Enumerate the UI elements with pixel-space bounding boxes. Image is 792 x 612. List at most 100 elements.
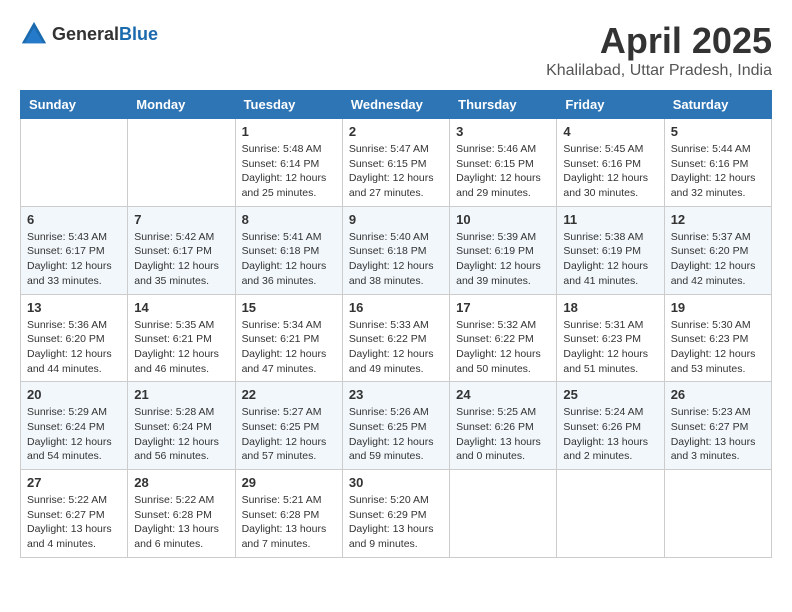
calendar-cell: 12Sunrise: 5:37 AM Sunset: 6:20 PM Dayli… <box>664 206 771 294</box>
day-number: 6 <box>27 212 121 227</box>
day-number: 18 <box>563 300 657 315</box>
weekday-header-cell: Tuesday <box>235 91 342 119</box>
day-info: Sunrise: 5:38 AM Sunset: 6:19 PM Dayligh… <box>563 230 657 289</box>
day-number: 17 <box>456 300 550 315</box>
day-info: Sunrise: 5:30 AM Sunset: 6:23 PM Dayligh… <box>671 318 765 377</box>
day-number: 15 <box>242 300 336 315</box>
day-number: 11 <box>563 212 657 227</box>
calendar-cell: 10 Sunrise: 5:39 AM Sunset: 6:19 PM Dayli… <box>450 206 557 294</box>
day-info: Sunrise: 5:48 AM Sunset: 6:14 PM Dayligh… <box>242 142 336 201</box>
calendar-cell <box>128 119 235 207</box>
day-number: 3 <box>456 124 550 139</box>
day-info: Sunrise: 5:34 AM Sunset: 6:21 PM Dayligh… <box>242 318 336 377</box>
day-number: 27 <box>27 475 121 490</box>
day-info: Sunrise: 5:42 AM Sunset: 6:17 PM Dayligh… <box>134 230 228 289</box>
calendar-cell: 18 Sunrise: 5:31 AM Sunset: 6:23 PM Dayli… <box>557 294 664 382</box>
day-info: Sunrise: 5:39 AM Sunset: 6:19 PM Dayligh… <box>456 230 550 289</box>
logo-icon <box>20 20 48 48</box>
day-number: 30 <box>349 475 443 490</box>
day-number: 23 <box>349 387 443 402</box>
day-number: 2 <box>349 124 443 139</box>
day-number: 21 <box>134 387 228 402</box>
day-number: 19 <box>671 300 765 315</box>
day-info: Sunrise: 5:25 AM Sunset: 6:26 PM Dayligh… <box>456 405 550 464</box>
logo-general: General <box>52 24 119 44</box>
calendar-cell: 8 Sunrise: 5:41 AM Sunset: 6:18 PM Daylig… <box>235 206 342 294</box>
day-info: Sunrise: 5:31 AM Sunset: 6:23 PM Dayligh… <box>563 318 657 377</box>
calendar-cell: 2 Sunrise: 5:47 AM Sunset: 6:15 PM Daylig… <box>342 119 449 207</box>
calendar-cell: 23 Sunrise: 5:26 AM Sunset: 6:25 PM Dayli… <box>342 382 449 470</box>
calendar-cell <box>664 470 771 558</box>
calendar-cell: 20Sunrise: 5:29 AM Sunset: 6:24 PM Dayli… <box>21 382 128 470</box>
calendar-cell: 21 Sunrise: 5:28 AM Sunset: 6:24 PM Dayli… <box>128 382 235 470</box>
weekday-header-row: SundayMondayTuesdayWednesdayThursdayFrid… <box>21 91 772 119</box>
day-info: Sunrise: 5:33 AM Sunset: 6:22 PM Dayligh… <box>349 318 443 377</box>
calendar-week-row: 20Sunrise: 5:29 AM Sunset: 6:24 PM Dayli… <box>21 382 772 470</box>
logo-blue: Blue <box>119 24 158 44</box>
page-header: GeneralBlue April 2025 Khalilabad, Uttar… <box>20 20 772 80</box>
calendar-cell: 7 Sunrise: 5:42 AM Sunset: 6:17 PM Daylig… <box>128 206 235 294</box>
day-info: Sunrise: 5:27 AM Sunset: 6:25 PM Dayligh… <box>242 405 336 464</box>
calendar-week-row: 27 Sunrise: 5:22 AM Sunset: 6:27 PM Dayli… <box>21 470 772 558</box>
weekday-header-cell: Wednesday <box>342 91 449 119</box>
day-info: Sunrise: 5:40 AM Sunset: 6:18 PM Dayligh… <box>349 230 443 289</box>
calendar-cell <box>557 470 664 558</box>
day-info: Sunrise: 5:44 AM Sunset: 6:16 PM Dayligh… <box>671 142 765 201</box>
calendar-cell: 27 Sunrise: 5:22 AM Sunset: 6:27 PM Dayli… <box>21 470 128 558</box>
day-info: Sunrise: 5:41 AM Sunset: 6:18 PM Dayligh… <box>242 230 336 289</box>
day-number: 16 <box>349 300 443 315</box>
calendar-week-row: 13Sunrise: 5:36 AM Sunset: 6:20 PM Dayli… <box>21 294 772 382</box>
weekday-header-cell: Monday <box>128 91 235 119</box>
day-info: Sunrise: 5:22 AM Sunset: 6:27 PM Dayligh… <box>27 493 121 552</box>
day-number: 5 <box>671 124 765 139</box>
calendar-body: 1Sunrise: 5:48 AM Sunset: 6:14 PM Daylig… <box>21 119 772 558</box>
day-info: Sunrise: 5:35 AM Sunset: 6:21 PM Dayligh… <box>134 318 228 377</box>
logo: GeneralBlue <box>20 20 158 48</box>
calendar-cell: 1Sunrise: 5:48 AM Sunset: 6:14 PM Daylig… <box>235 119 342 207</box>
day-info: Sunrise: 5:23 AM Sunset: 6:27 PM Dayligh… <box>671 405 765 464</box>
day-number: 4 <box>563 124 657 139</box>
day-info: Sunrise: 5:46 AM Sunset: 6:15 PM Dayligh… <box>456 142 550 201</box>
calendar-cell: 26 Sunrise: 5:23 AM Sunset: 6:27 PM Dayli… <box>664 382 771 470</box>
day-info: Sunrise: 5:45 AM Sunset: 6:16 PM Dayligh… <box>563 142 657 201</box>
day-number: 22 <box>242 387 336 402</box>
day-number: 12 <box>671 212 765 227</box>
calendar-cell <box>21 119 128 207</box>
calendar-cell: 14Sunrise: 5:35 AM Sunset: 6:21 PM Dayli… <box>128 294 235 382</box>
calendar-cell: 24 Sunrise: 5:25 AM Sunset: 6:26 PM Dayli… <box>450 382 557 470</box>
calendar-cell: 29Sunrise: 5:21 AM Sunset: 6:28 PM Dayli… <box>235 470 342 558</box>
weekday-header-cell: Thursday <box>450 91 557 119</box>
calendar-cell: 6 Sunrise: 5:43 AM Sunset: 6:17 PM Daylig… <box>21 206 128 294</box>
calendar-cell: 3 Sunrise: 5:46 AM Sunset: 6:15 PM Daylig… <box>450 119 557 207</box>
day-number: 7 <box>134 212 228 227</box>
calendar-cell: 30 Sunrise: 5:20 AM Sunset: 6:29 PM Dayli… <box>342 470 449 558</box>
day-info: Sunrise: 5:20 AM Sunset: 6:29 PM Dayligh… <box>349 493 443 552</box>
day-number: 29 <box>242 475 336 490</box>
day-info: Sunrise: 5:47 AM Sunset: 6:15 PM Dayligh… <box>349 142 443 201</box>
weekday-header-cell: Friday <box>557 91 664 119</box>
day-number: 24 <box>456 387 550 402</box>
day-info: Sunrise: 5:43 AM Sunset: 6:17 PM Dayligh… <box>27 230 121 289</box>
day-number: 9 <box>349 212 443 227</box>
calendar-cell: 13Sunrise: 5:36 AM Sunset: 6:20 PM Dayli… <box>21 294 128 382</box>
day-number: 10 <box>456 212 550 227</box>
calendar-cell: 16 Sunrise: 5:33 AM Sunset: 6:22 PM Dayli… <box>342 294 449 382</box>
calendar-cell: 17Sunrise: 5:32 AM Sunset: 6:22 PM Dayli… <box>450 294 557 382</box>
weekday-header-cell: Saturday <box>664 91 771 119</box>
calendar-cell: 22 Sunrise: 5:27 AM Sunset: 6:25 PM Dayli… <box>235 382 342 470</box>
day-info: Sunrise: 5:24 AM Sunset: 6:26 PM Dayligh… <box>563 405 657 464</box>
day-info: Sunrise: 5:26 AM Sunset: 6:25 PM Dayligh… <box>349 405 443 464</box>
day-info: Sunrise: 5:28 AM Sunset: 6:24 PM Dayligh… <box>134 405 228 464</box>
day-number: 20 <box>27 387 121 402</box>
day-info: Sunrise: 5:22 AM Sunset: 6:28 PM Dayligh… <box>134 493 228 552</box>
calendar-cell: 9 Sunrise: 5:40 AM Sunset: 6:18 PM Daylig… <box>342 206 449 294</box>
month-title: April 2025 <box>546 20 772 62</box>
day-number: 8 <box>242 212 336 227</box>
calendar-cell: 5 Sunrise: 5:44 AM Sunset: 6:16 PM Daylig… <box>664 119 771 207</box>
calendar-table: SundayMondayTuesdayWednesdayThursdayFrid… <box>20 90 772 558</box>
calendar-cell: 28Sunrise: 5:22 AM Sunset: 6:28 PM Dayli… <box>128 470 235 558</box>
calendar-week-row: 1Sunrise: 5:48 AM Sunset: 6:14 PM Daylig… <box>21 119 772 207</box>
calendar-cell: 19 Sunrise: 5:30 AM Sunset: 6:23 PM Dayli… <box>664 294 771 382</box>
day-info: Sunrise: 5:36 AM Sunset: 6:20 PM Dayligh… <box>27 318 121 377</box>
day-number: 26 <box>671 387 765 402</box>
